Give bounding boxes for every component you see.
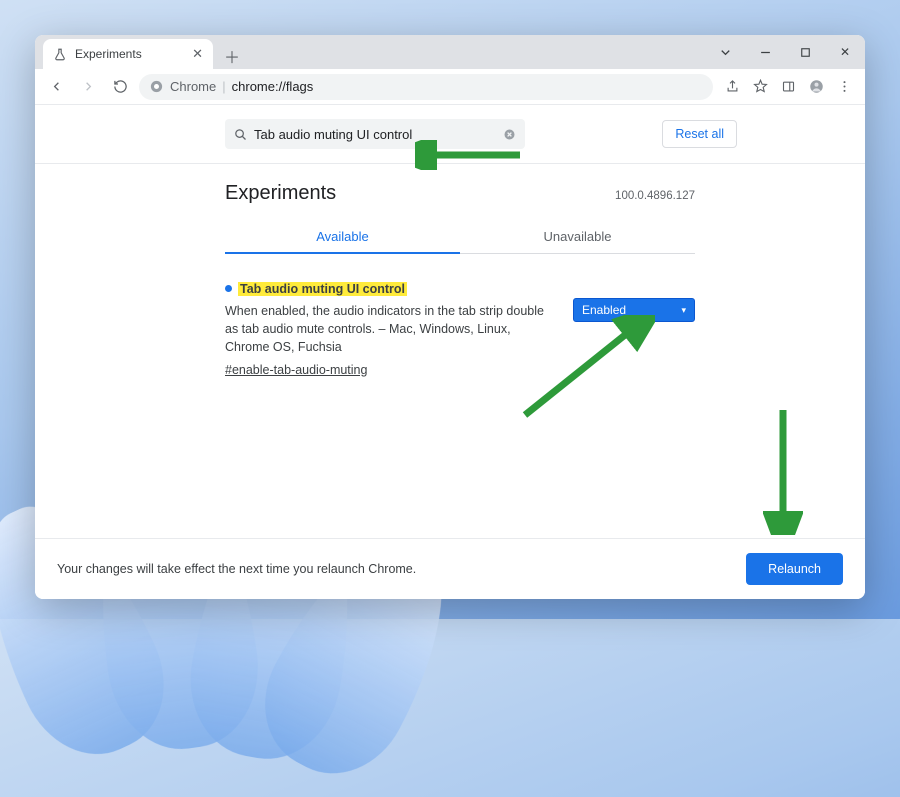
flag-state-value: Enabled — [582, 303, 626, 317]
forward-button[interactable] — [75, 74, 101, 100]
flags-tabs: Available Unavailable — [225, 219, 695, 254]
maximize-button[interactable] — [785, 35, 825, 69]
flag-description: When enabled, the audio indicators in th… — [225, 302, 553, 356]
new-tab-button[interactable]: ＋ — [219, 43, 245, 69]
close-window-button[interactable]: ✕ — [825, 35, 865, 69]
footer-message: Your changes will take effect the next t… — [57, 562, 416, 576]
page-title: Experiments — [225, 182, 336, 205]
modified-indicator-icon — [225, 285, 232, 292]
flag-entry: Tab audio muting UI control When enabled… — [35, 254, 865, 389]
flags-search-box — [225, 119, 525, 149]
menu-icon[interactable] — [831, 74, 857, 100]
flags-search-input[interactable] — [254, 127, 496, 142]
search-icon — [233, 127, 248, 142]
titlebar: Experiments ✕ ＋ ✕ — [35, 35, 865, 69]
share-icon[interactable] — [719, 74, 745, 100]
reload-button[interactable] — [107, 74, 133, 100]
chrome-logo-icon — [149, 79, 164, 94]
bookmark-icon[interactable] — [747, 74, 773, 100]
window-controls: ✕ — [705, 35, 865, 69]
tab-title: Experiments — [75, 47, 142, 61]
close-tab-icon[interactable]: ✕ — [192, 46, 203, 62]
flag-state-dropdown[interactable]: Enabled ▾ — [573, 298, 695, 322]
toolbar: Chrome | chrome://flags — [35, 69, 865, 105]
relaunch-footer: Your changes will take effect the next t… — [35, 538, 865, 599]
minimize-button[interactable] — [745, 35, 785, 69]
flag-id-link[interactable]: #enable-tab-audio-muting — [225, 361, 367, 379]
omnibox-origin: Chrome — [170, 79, 216, 94]
browser-tab[interactable]: Experiments ✕ — [43, 39, 213, 69]
side-panel-icon[interactable] — [775, 74, 801, 100]
flask-icon — [53, 47, 67, 61]
flag-title: Tab audio muting UI control — [238, 282, 407, 296]
reset-all-button[interactable]: Reset all — [662, 120, 737, 148]
chrome-window: Experiments ✕ ＋ ✕ Chrome | chrome://flag… — [35, 35, 865, 599]
tab-unavailable[interactable]: Unavailable — [460, 219, 695, 253]
content-area: Reset all Experiments 100.0.4896.127 Ava… — [35, 105, 865, 538]
profile-icon[interactable] — [803, 74, 829, 100]
relaunch-button[interactable]: Relaunch — [746, 553, 843, 585]
tab-available[interactable]: Available — [225, 219, 460, 254]
chrome-version: 100.0.4896.127 — [615, 190, 695, 202]
chevron-down-icon[interactable] — [705, 35, 745, 69]
address-bar[interactable]: Chrome | chrome://flags — [139, 74, 713, 100]
chevron-down-icon: ▾ — [681, 305, 686, 316]
omnibox-path: chrome://flags — [232, 79, 314, 94]
clear-search-icon[interactable] — [502, 127, 517, 142]
back-button[interactable] — [43, 74, 69, 100]
